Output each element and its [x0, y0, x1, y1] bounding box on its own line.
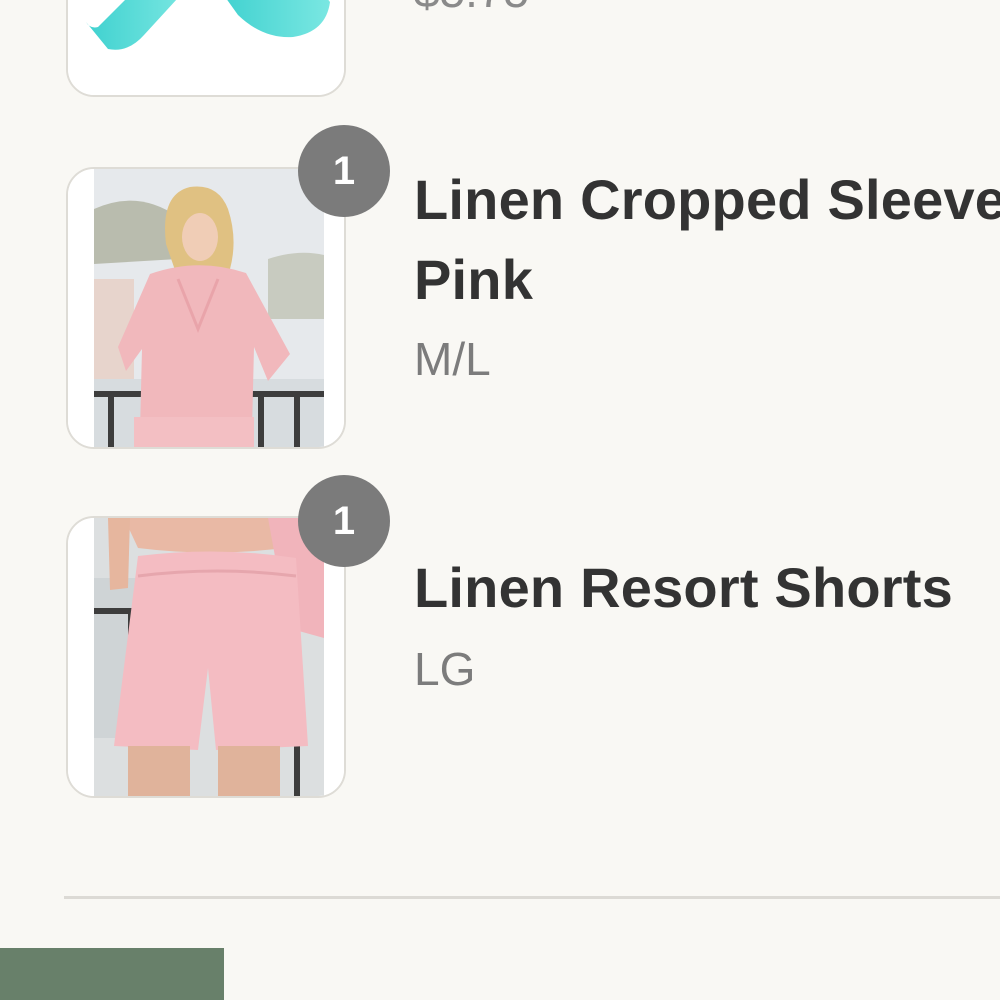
product-photo-cropped-top: [68, 169, 344, 447]
previous-item-thumbnail: [66, 0, 346, 97]
product-variant: LG: [414, 643, 476, 695]
quantity-badge: 1: [298, 125, 390, 217]
product-thumbnail: [66, 516, 346, 798]
product-title-line: Pink: [414, 248, 534, 311]
product-title: Linen Cropped Sleeve Pink: [414, 160, 1000, 320]
product-title: Linen Resort Shorts: [414, 548, 953, 628]
checkout-action-button[interactable]: [0, 948, 224, 1000]
product-variant: M/L: [414, 333, 491, 385]
product-thumbnail: [66, 167, 346, 449]
product-photo-shorts: [68, 518, 344, 796]
checkout-order-summary: $5.75 1 Linen Cropped Sleeve Pink M/L: [0, 0, 1000, 1000]
product-logo-image: [68, 0, 344, 95]
previous-item-price: $5.75: [414, 0, 529, 14]
product-title-line: Linen Resort Shorts: [414, 556, 953, 619]
product-title-line: Linen Cropped Sleeve: [414, 168, 1000, 231]
section-divider: [64, 896, 1000, 899]
quantity-badge: 1: [298, 475, 390, 567]
